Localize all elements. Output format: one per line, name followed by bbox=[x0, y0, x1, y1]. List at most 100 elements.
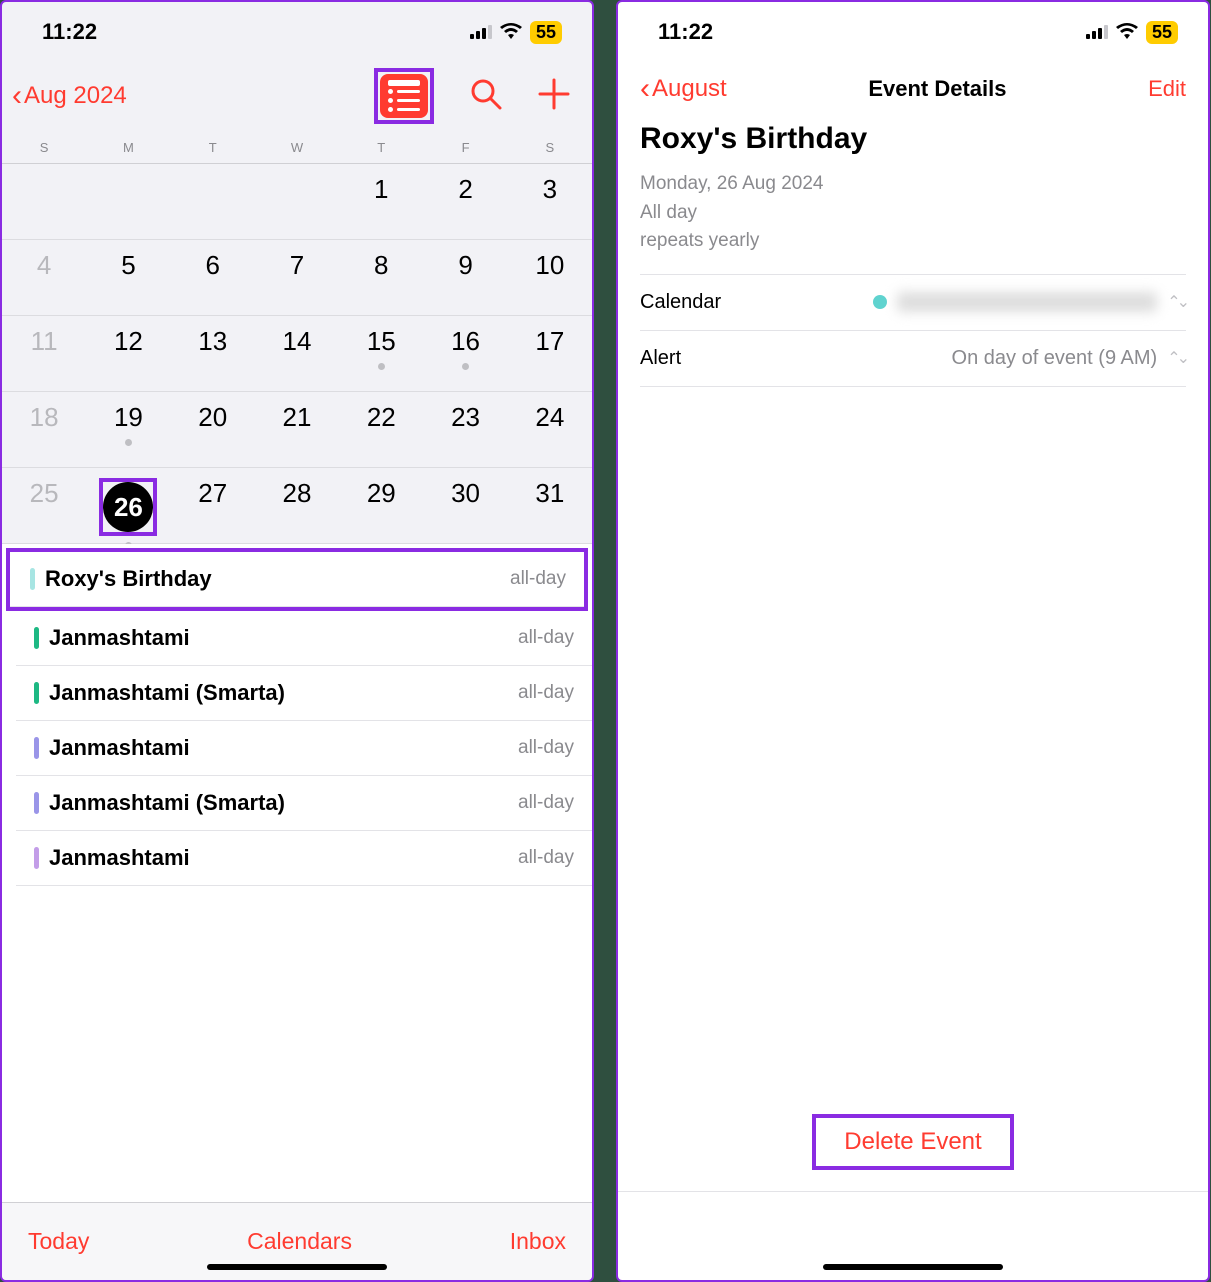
calendar-day[interactable]: 8 bbox=[339, 240, 423, 315]
calendar-name-redacted bbox=[897, 292, 1157, 312]
weekday-label: T bbox=[339, 140, 423, 155]
calendar-day[interactable]: 15 bbox=[339, 316, 423, 391]
delete-event-button[interactable]: Delete Event bbox=[844, 1128, 981, 1155]
search-button[interactable] bbox=[470, 78, 502, 115]
event-row[interactable]: Janmashtami (Smarta) all-day bbox=[16, 776, 592, 831]
day-number: 1 bbox=[374, 174, 388, 205]
back-button[interactable]: ‹ August bbox=[640, 72, 727, 106]
day-number: 10 bbox=[535, 250, 564, 281]
calendar-day[interactable]: 9 bbox=[423, 240, 507, 315]
calendar-day[interactable]: 12 bbox=[86, 316, 170, 391]
calendar-day[interactable]: 10 bbox=[508, 240, 592, 315]
calendar-day[interactable]: 1 bbox=[339, 164, 423, 239]
event-row[interactable]: Janmashtamiall-day bbox=[16, 611, 592, 666]
list-view-button[interactable] bbox=[380, 74, 428, 118]
calendar-day[interactable]: 23 bbox=[423, 392, 507, 467]
event-row-time: all-day bbox=[510, 568, 566, 590]
event-row-time: all-day bbox=[518, 792, 574, 814]
calendar-day bbox=[255, 164, 339, 239]
calendar-day[interactable]: 11 bbox=[2, 316, 86, 391]
calendar-day[interactable]: 19 bbox=[86, 392, 170, 467]
home-indicator[interactable] bbox=[823, 1264, 1003, 1270]
battery-level: 55 bbox=[1146, 21, 1178, 44]
inbox-button[interactable]: Inbox bbox=[510, 1228, 566, 1255]
calendar-day[interactable]: 20 bbox=[171, 392, 255, 467]
weekday-label: T bbox=[171, 140, 255, 155]
event-row[interactable]: Janmashtami (Smarta) all-day bbox=[16, 666, 592, 721]
day-number: 27 bbox=[198, 478, 227, 509]
event-date: Monday, 26 Aug 2024 bbox=[640, 170, 1186, 199]
today-button[interactable]: Today bbox=[28, 1228, 89, 1255]
calendar-day[interactable]: 26 bbox=[86, 468, 170, 549]
weekday-label: S bbox=[2, 140, 86, 155]
event-repeat: repeats yearly bbox=[640, 227, 1186, 256]
calendar-day[interactable]: 30 bbox=[423, 468, 507, 549]
status-right: 55 bbox=[470, 19, 562, 45]
day-number: 17 bbox=[535, 326, 564, 357]
calendar-day[interactable]: 25 bbox=[2, 468, 86, 549]
alert-value: On day of event (9 AM) bbox=[952, 347, 1158, 370]
calendar-day[interactable]: 27 bbox=[171, 468, 255, 549]
event-row-time: all-day bbox=[518, 682, 574, 704]
calendar-day[interactable]: 29 bbox=[339, 468, 423, 549]
event-title: Roxy's Birthday bbox=[640, 122, 1186, 156]
day-number: 21 bbox=[283, 402, 312, 433]
home-indicator[interactable] bbox=[207, 1264, 387, 1270]
alert-row[interactable]: Alert On day of event (9 AM) ⌃⌄ bbox=[640, 330, 1186, 387]
selected-day[interactable]: 26 bbox=[103, 482, 153, 532]
day-number: 13 bbox=[198, 326, 227, 357]
back-button[interactable]: ‹ Aug 2024 bbox=[12, 79, 127, 113]
weekday-header: SMTWTFS bbox=[2, 134, 592, 164]
event-details-screen: 11:22 55 ‹ August Event Details Edit Rox… bbox=[616, 0, 1210, 1282]
day-number: 6 bbox=[205, 250, 219, 281]
calendar-day[interactable]: 21 bbox=[255, 392, 339, 467]
add-event-button[interactable] bbox=[538, 78, 570, 115]
edit-button[interactable]: Edit bbox=[1148, 76, 1186, 102]
weekday-label: M bbox=[86, 140, 170, 155]
calendar-day[interactable]: 6 bbox=[171, 240, 255, 315]
calendar-row[interactable]: Calendar ⌃⌄ bbox=[640, 274, 1186, 330]
day-number: 11 bbox=[31, 326, 58, 357]
stepper-icon: ⌃⌄ bbox=[1167, 292, 1186, 312]
calendar-week: 25262728293031 bbox=[2, 468, 592, 544]
weekday-label: S bbox=[508, 140, 592, 155]
calendar-day[interactable]: 14 bbox=[255, 316, 339, 391]
event-row[interactable]: Roxy's Birthdayall-day bbox=[10, 552, 584, 607]
calendar-day[interactable]: 7 bbox=[255, 240, 339, 315]
event-detail-body: Roxy's Birthday Monday, 26 Aug 2024 All … bbox=[618, 116, 1208, 393]
calendar-label: Calendar bbox=[640, 291, 721, 314]
calendar-day[interactable]: 22 bbox=[339, 392, 423, 467]
calendar-day[interactable]: 5 bbox=[86, 240, 170, 315]
cellular-icon bbox=[1086, 19, 1108, 45]
divider bbox=[618, 1191, 1208, 1192]
day-number: 4 bbox=[37, 250, 51, 281]
event-dot bbox=[378, 363, 385, 370]
event-row[interactable]: Janmashtamiall-day bbox=[16, 831, 592, 886]
calendar-day[interactable]: 31 bbox=[508, 468, 592, 549]
calendar-day[interactable]: 28 bbox=[255, 468, 339, 549]
events-list: Roxy's Birthdayall-dayJanmashtamiall-day… bbox=[2, 544, 592, 1202]
status-time: 11:22 bbox=[42, 19, 97, 45]
calendar-day[interactable]: 18 bbox=[2, 392, 86, 467]
month-nav: ‹ Aug 2024 bbox=[2, 62, 592, 134]
event-row-title: Janmashtami (Smarta) bbox=[49, 790, 285, 816]
event-row[interactable]: Janmashtamiall-day bbox=[16, 721, 592, 776]
event-meta: Monday, 26 Aug 2024 All day repeats year… bbox=[640, 170, 1186, 256]
calendars-button[interactable]: Calendars bbox=[247, 1228, 352, 1255]
status-bar: 11:22 55 bbox=[2, 2, 592, 62]
calendar-day[interactable]: 24 bbox=[508, 392, 592, 467]
highlight-event-row: Roxy's Birthdayall-day bbox=[6, 548, 588, 611]
day-number: 7 bbox=[290, 250, 304, 281]
calendar-day[interactable]: 17 bbox=[508, 316, 592, 391]
calendar-day[interactable]: 4 bbox=[2, 240, 86, 315]
calendar-day[interactable]: 3 bbox=[508, 164, 592, 239]
day-number: 25 bbox=[30, 478, 59, 509]
back-label: August bbox=[652, 75, 727, 103]
event-row-title: Janmashtami bbox=[49, 845, 190, 871]
event-row-title: Janmashtami (Smarta) bbox=[49, 680, 285, 706]
calendar-day[interactable]: 2 bbox=[423, 164, 507, 239]
day-number: 28 bbox=[283, 478, 312, 509]
day-number: 24 bbox=[535, 402, 564, 433]
calendar-day[interactable]: 13 bbox=[171, 316, 255, 391]
calendar-day[interactable]: 16 bbox=[423, 316, 507, 391]
